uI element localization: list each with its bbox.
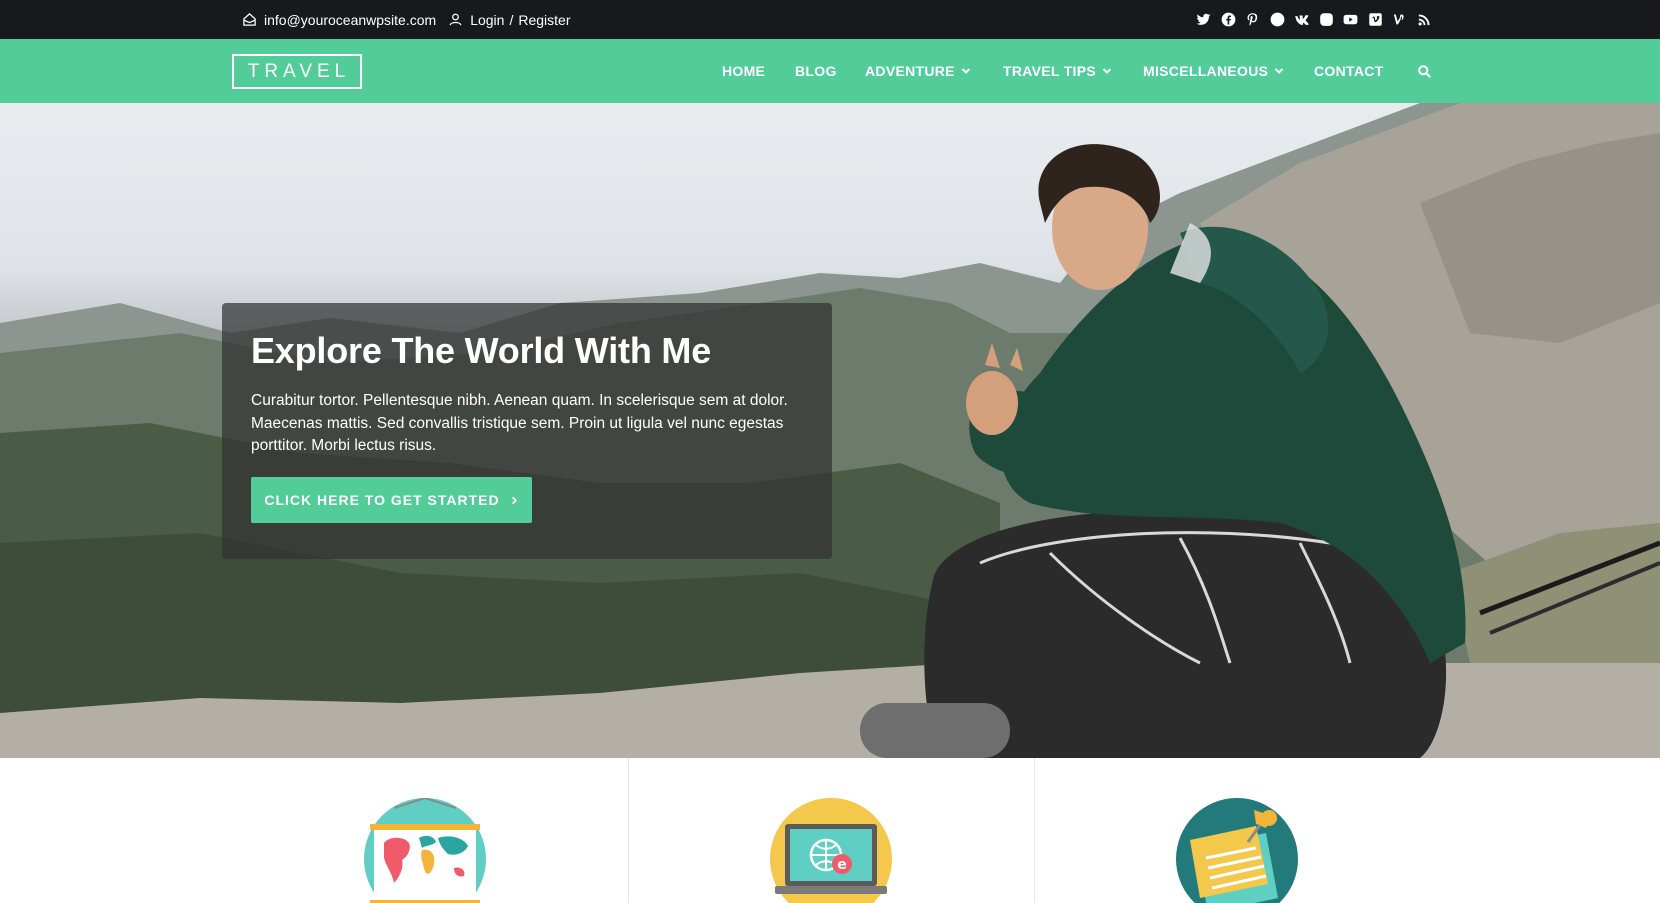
chevron-down-icon	[1102, 68, 1112, 74]
column-divider	[628, 758, 629, 903]
pinterest-icon[interactable]	[1245, 12, 1261, 28]
chevron-right-icon	[511, 496, 517, 504]
main-menu: HOME BLOG ADVENTURE TRAVEL TIPS MISCELLA…	[0, 39, 1660, 103]
dribbble-icon[interactable]	[1269, 12, 1285, 28]
youtube-icon[interactable]	[1343, 12, 1359, 28]
chevron-down-icon	[961, 68, 971, 74]
menu-item-travel-tips[interactable]: TRAVEL TIPS	[1003, 39, 1112, 103]
vimeo-square-icon[interactable]	[1367, 12, 1383, 28]
search-icon	[1418, 64, 1431, 78]
world-map-icon	[364, 798, 486, 903]
search-toggle[interactable]	[1417, 39, 1432, 103]
top-bar-contact: info@youroceanwpsite.com Login / Registe…	[242, 0, 570, 39]
hero-content-box: Explore The World With Me Curabitur tort…	[222, 303, 832, 559]
login-link[interactable]: Login	[470, 12, 504, 28]
laptop-globe-icon: e	[770, 798, 892, 903]
hero-section: Explore The World With Me Curabitur tort…	[0, 103, 1660, 758]
menu-item-adventure[interactable]: ADVENTURE	[865, 39, 971, 103]
chevron-down-icon	[1275, 68, 1284, 74]
twitter-icon[interactable]	[1196, 12, 1212, 28]
instagram-icon[interactable]	[1318, 12, 1334, 28]
login-register: Login / Register	[448, 12, 570, 28]
home-icon	[243, 13, 256, 26]
menu-item-miscellaneous[interactable]: MISCELLANEOUS	[1143, 39, 1284, 103]
menu-item-contact[interactable]: CONTACT	[1314, 39, 1384, 103]
register-link[interactable]: Register	[518, 12, 570, 28]
hero-description: Curabitur tortor. Pellentesque nibh. Aen…	[251, 392, 788, 454]
top-bar: info@youroceanwpsite.com Login / Registe…	[0, 0, 1660, 39]
menu-item-home[interactable]: HOME	[722, 39, 765, 103]
vine-icon[interactable]	[1392, 12, 1408, 28]
main-header: TRAVEL HOME BLOG ADVENTURE TRAVEL TIPS M…	[0, 39, 1660, 103]
get-started-button[interactable]: CLICK HERE TO GET STARTED	[251, 477, 532, 523]
svg-text:e: e	[837, 857, 847, 873]
column-divider	[1034, 758, 1035, 903]
user-icon	[449, 13, 462, 26]
features-section: e	[0, 758, 1660, 903]
social-links	[1187, 0, 1432, 39]
menu-item-blog[interactable]: BLOG	[795, 39, 837, 103]
pinned-note-icon	[1176, 798, 1298, 903]
get-started-label: CLICK HERE TO GET STARTED	[264, 492, 500, 508]
vk-icon[interactable]	[1294, 12, 1310, 28]
login-separator: /	[509, 11, 514, 28]
email-link[interactable]: info@youroceanwpsite.com	[242, 12, 436, 28]
facebook-icon[interactable]	[1220, 12, 1236, 28]
hero-title: Explore The World With Me	[251, 330, 712, 371]
rss-icon[interactable]	[1416, 12, 1432, 28]
